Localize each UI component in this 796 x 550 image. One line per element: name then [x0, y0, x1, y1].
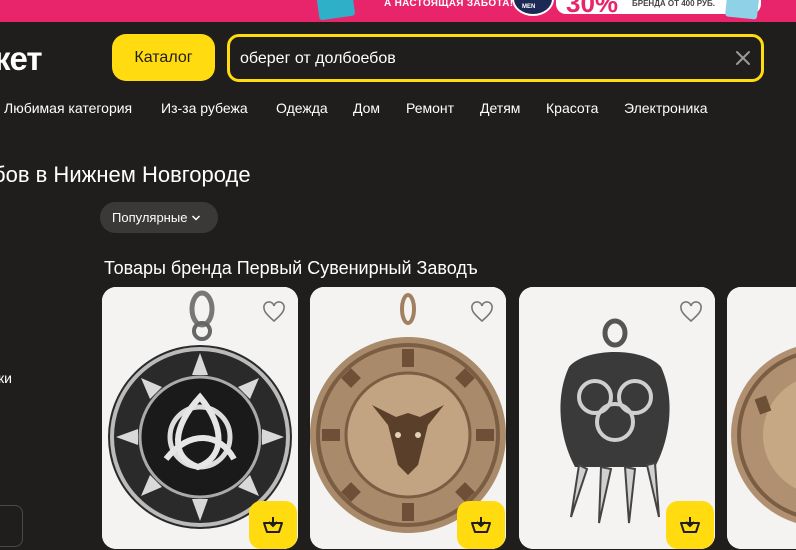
heart-icon[interactable] [262, 301, 286, 323]
product-card[interactable] [519, 287, 715, 549]
nav-item-favorite-category[interactable]: Любимая категория [4, 100, 132, 116]
nav-item-electronics[interactable]: Электроника [624, 100, 708, 116]
sidebar-input-field[interactable] [0, 505, 23, 547]
site-logo[interactable]: кет [0, 40, 43, 78]
cart-icon [680, 517, 700, 533]
close-icon[interactable] [733, 48, 753, 68]
promo-discount: 30% [566, 0, 619, 18]
promo-product-image [316, 0, 356, 21]
product-card[interactable] [727, 287, 796, 549]
promo-brand-badge: MEN [512, 0, 554, 16]
add-to-cart-button[interactable] [457, 501, 505, 549]
heart-icon[interactable] [470, 301, 494, 323]
sort-label: Популярные [112, 210, 188, 225]
promo-slogan: А НАСТОЯЩАЯ ЗАБОТА! [384, 0, 514, 9]
search-box [227, 34, 764, 82]
catalog-button[interactable]: Каталог [112, 34, 215, 81]
nav-item-home[interactable]: Дом [353, 100, 380, 116]
add-to-cart-button[interactable] [666, 501, 714, 549]
page-title: бов в Нижнем Новгороде [0, 162, 251, 187]
cart-icon [471, 517, 491, 533]
nav-item-kids[interactable]: Детям [480, 100, 520, 116]
sidebar-filter-label[interactable]: ки [0, 370, 12, 386]
product-card[interactable] [102, 287, 298, 549]
search-input[interactable] [240, 47, 710, 71]
product-image [727, 287, 796, 549]
section-title[interactable]: Товары бренда Первый Сувенирный Заводъ [104, 258, 478, 279]
nav-item-clothing[interactable]: Одежда [276, 100, 328, 116]
product-card[interactable] [310, 287, 506, 549]
chevron-down-icon [192, 214, 201, 221]
nav-item-repair[interactable]: Ремонт [406, 100, 454, 116]
promo-brand-text: MEN [522, 4, 536, 10]
promo-discount-note: БРЕНДА ОТ 400 РУБ. [632, 0, 715, 8]
nav-item-beauty[interactable]: Красота [546, 100, 598, 116]
promo-product-image-2 [724, 0, 760, 20]
add-to-cart-button[interactable] [249, 501, 297, 549]
nav-item-abroad[interactable]: Из-за рубежа [161, 100, 248, 116]
cart-icon [263, 517, 283, 533]
heart-icon[interactable] [679, 301, 703, 323]
sort-dropdown[interactable]: Популярные [100, 202, 218, 233]
promo-banner[interactable]: А НАСТОЯЩАЯ ЗАБОТА! MEN 30% БРЕНДА ОТ 40… [0, 0, 796, 22]
